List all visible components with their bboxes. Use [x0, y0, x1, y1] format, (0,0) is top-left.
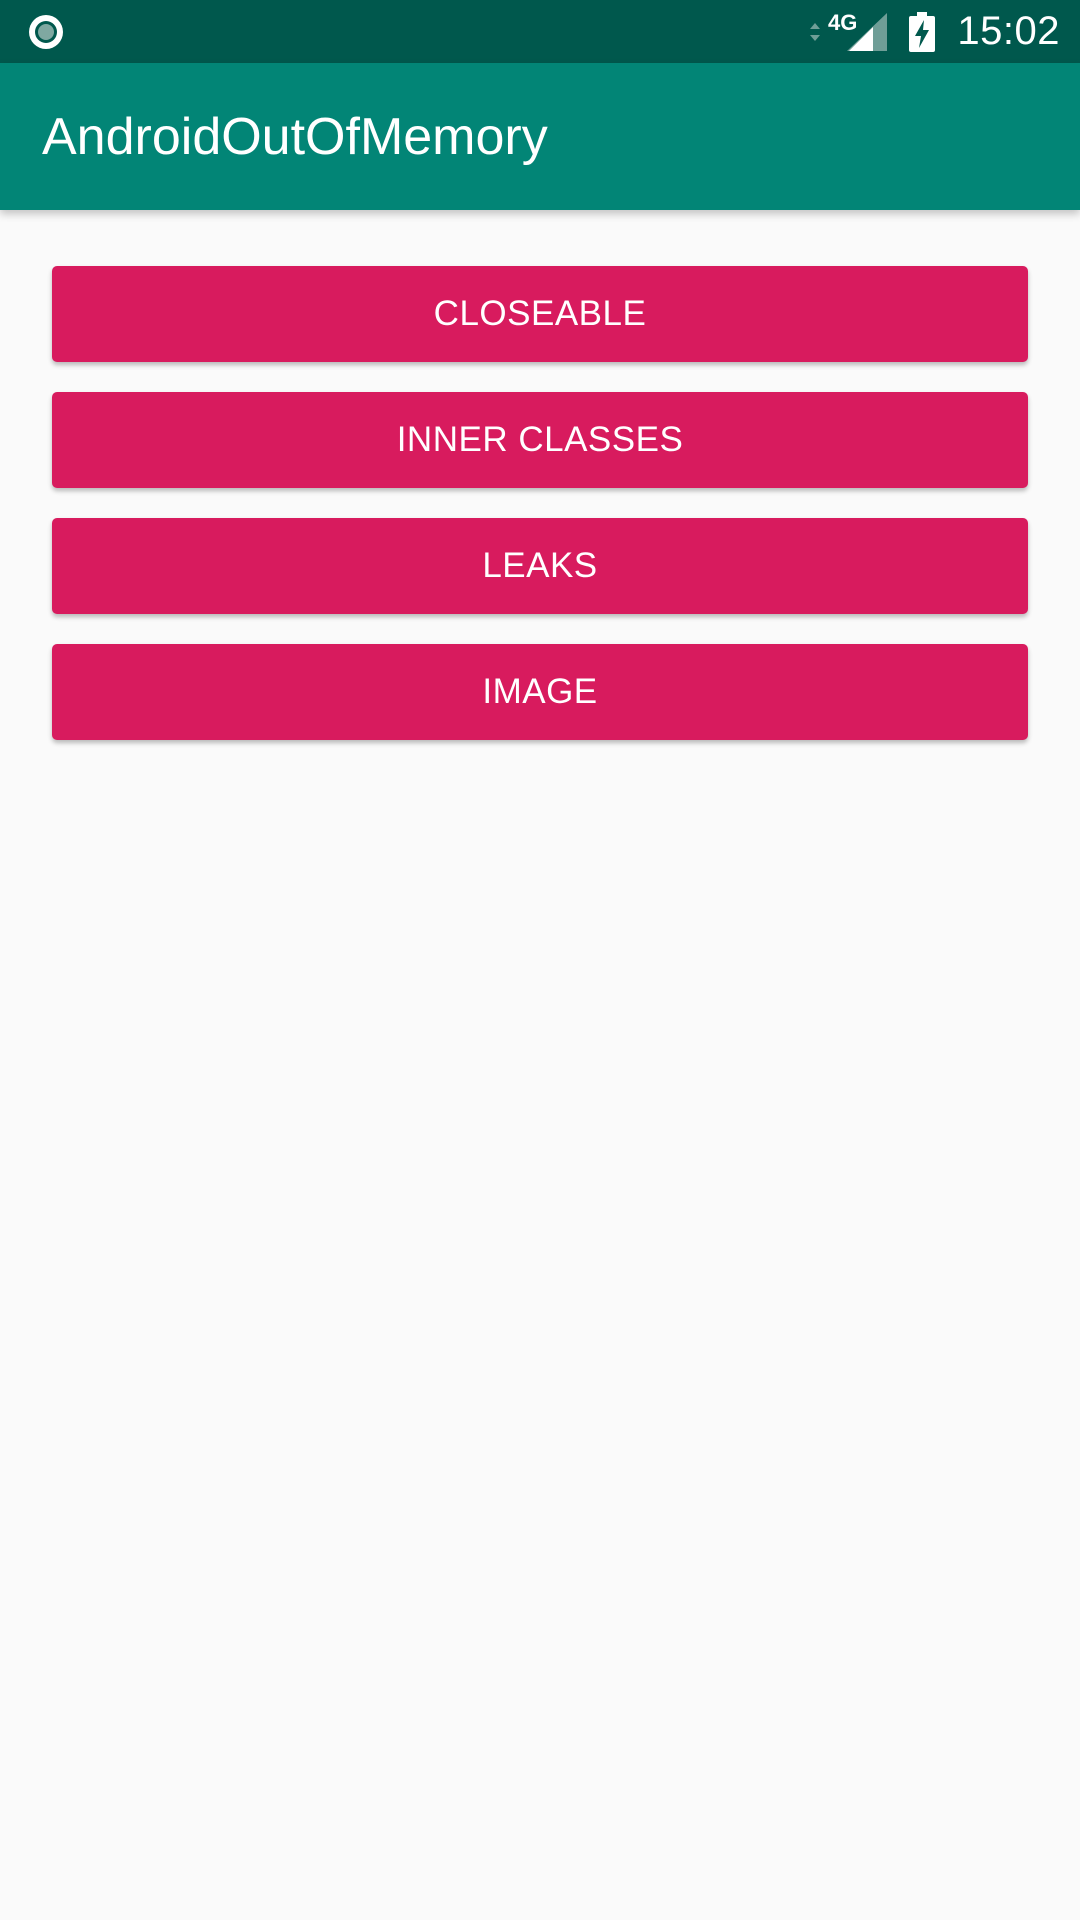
battery-charging-icon	[909, 11, 936, 52]
app-bar: AndroidOutOfMemory	[0, 63, 1080, 210]
status-clock: 15:02	[957, 9, 1060, 53]
image-button[interactable]: IMAGE	[52, 644, 1028, 740]
network-arrows-icon	[810, 22, 821, 41]
app-title: AndroidOutOfMemory	[42, 108, 548, 166]
inner-classes-button[interactable]: INNER CLASSES	[52, 392, 1028, 488]
closeable-button[interactable]: CLOSEABLE	[52, 266, 1028, 362]
status-icons: 4G 15:02	[808, 0, 1060, 63]
record-circle-icon	[29, 15, 63, 49]
status-bar: 4G 15:02	[0, 0, 1080, 63]
network-type-label: 4G	[828, 9, 858, 35]
leaks-button[interactable]: LEAKS	[52, 518, 1028, 614]
